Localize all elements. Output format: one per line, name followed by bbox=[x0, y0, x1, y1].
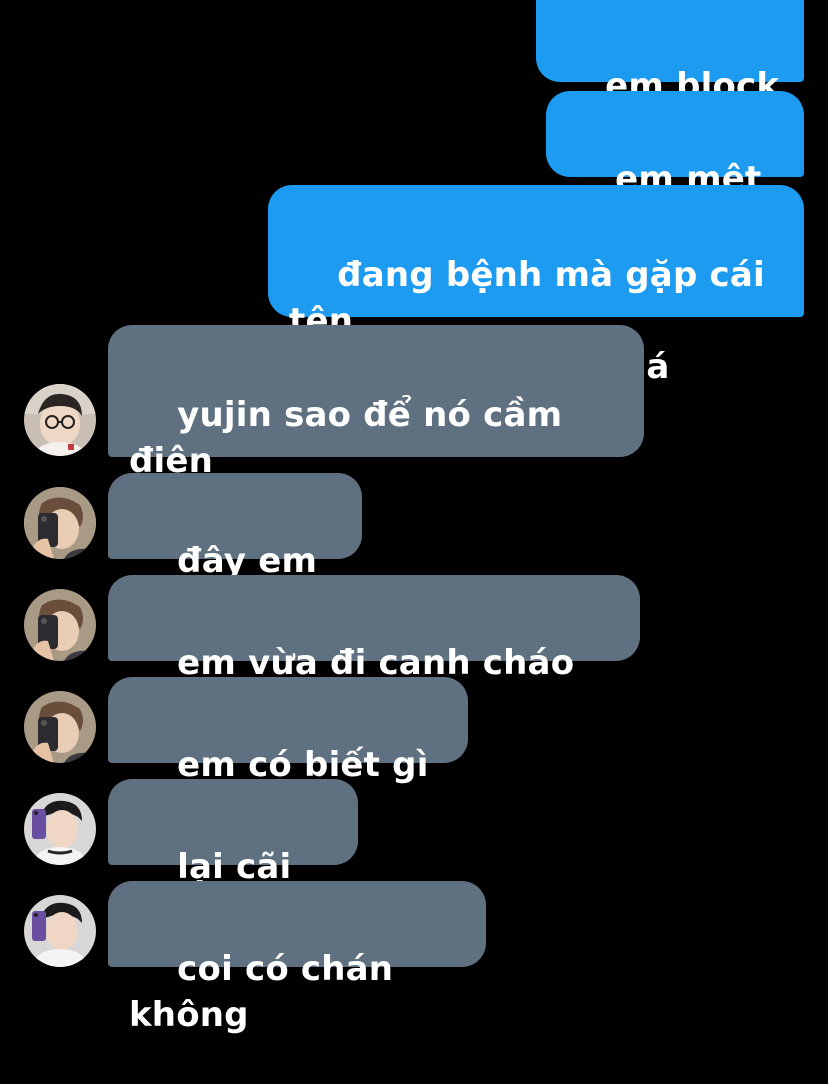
message-bubble-outgoing[interactable]: em block rồi bbox=[536, 0, 804, 152]
message-bubble-outgoing[interactable]: đang bệnh mà gặp cái tên chướng khí gì đ… bbox=[268, 185, 804, 387]
message-text: coi có chán không bbox=[129, 949, 406, 1035]
avatar-phone-selfie-boy-icon[interactable] bbox=[24, 793, 96, 865]
chat-thread: em block rồi em mệt quá đang bệnh mà gặp… bbox=[0, 0, 828, 1035]
message-bubble-incoming[interactable]: lại cãi nhau bbox=[108, 779, 358, 933]
message-bubble-incoming[interactable]: em vừa đi canh cháo xong bbox=[108, 575, 640, 729]
message-bubble-incoming[interactable]: đây em đây bbox=[108, 473, 362, 627]
avatar-glasses-boy-icon[interactable] bbox=[24, 384, 96, 456]
avatar-mirror-selfie-boy-icon[interactable] bbox=[24, 589, 96, 661]
message-bubble-incoming[interactable]: coi có chán không bbox=[108, 881, 486, 1035]
message-bubble-incoming[interactable]: em có biết gì đâu bbox=[108, 677, 468, 831]
message-bubble-outgoing[interactable]: em mệt quá bbox=[546, 91, 804, 245]
avatar-phone-selfie-boy-icon[interactable] bbox=[24, 895, 96, 967]
avatar-mirror-selfie-boy-icon[interactable] bbox=[24, 691, 96, 763]
message-bubble-incoming[interactable]: yujin sao để nó cầm điện thoại bbox=[108, 325, 644, 527]
avatar-mirror-selfie-boy-icon[interactable] bbox=[24, 487, 96, 559]
